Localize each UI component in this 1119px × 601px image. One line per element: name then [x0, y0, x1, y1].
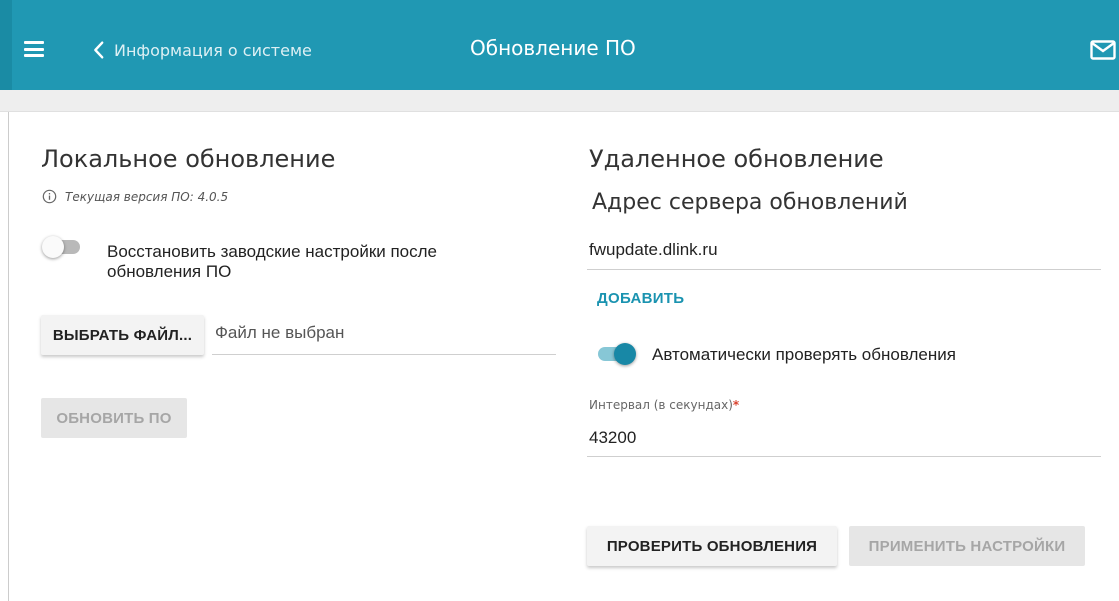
auto-check-label: Автоматически проверять обновления: [652, 345, 956, 364]
auto-check-toggle[interactable]: [594, 343, 636, 365]
page-title: Обновление ПО: [470, 36, 636, 60]
interval-underline: [587, 456, 1101, 457]
file-field-underline: [212, 354, 556, 355]
interval-input[interactable]: 43200: [589, 428, 636, 448]
file-status-text: Файл не выбран: [215, 323, 345, 342]
top-bar-edge: [0, 0, 12, 90]
required-mark: *: [732, 398, 740, 412]
chevron-left-icon: [94, 41, 104, 59]
toggle-knob: [614, 343, 636, 365]
update-firmware-button[interactable]: ОБНОВИТЬ ПО: [41, 398, 187, 438]
local-update-title: Локальное обновление: [41, 145, 336, 173]
back-link-label: Информация о системе: [114, 40, 312, 60]
server-address-underline: [587, 269, 1101, 270]
hamburger-icon[interactable]: [24, 41, 44, 57]
toggle-knob: [42, 236, 64, 258]
current-version-text: Текущая версия ПО: 4.0.5: [65, 189, 229, 204]
info-icon: [42, 189, 57, 204]
content-left-border: [8, 112, 9, 601]
header-sub-bar: [0, 90, 1119, 112]
interval-caption-text: Интервал (в секундах): [589, 398, 733, 412]
reset-settings-toggle[interactable]: [42, 236, 84, 258]
server-address-title: Адрес сервера обновлений: [592, 190, 908, 215]
remote-update-title: Удаленное обновление: [589, 145, 884, 173]
current-version-info: Текущая версия ПО: 4.0.5: [42, 189, 228, 204]
check-updates-button[interactable]: ПРОВЕРИТЬ ОБНОВЛЕНИЯ: [587, 526, 837, 566]
envelope-icon[interactable]: [1090, 40, 1116, 60]
reset-settings-label-line1: Восстановить заводские настройки после: [107, 242, 438, 261]
top-app-bar: Информация о системе Обновление ПО: [0, 0, 1119, 90]
server-address-value[interactable]: fwupdate.dlink.ru: [589, 240, 718, 260]
add-server-link[interactable]: ДОБАВИТЬ: [597, 290, 684, 307]
interval-caption: Интервал (в секундах)*: [589, 398, 739, 412]
reset-settings-label-line2: обновления ПО: [107, 262, 232, 281]
choose-file-button[interactable]: ВЫБРАТЬ ФАЙЛ...: [41, 315, 204, 355]
apply-settings-button[interactable]: ПРИМЕНИТЬ НАСТРОЙКИ: [849, 526, 1085, 566]
back-link[interactable]: Информация о системе: [88, 38, 312, 62]
